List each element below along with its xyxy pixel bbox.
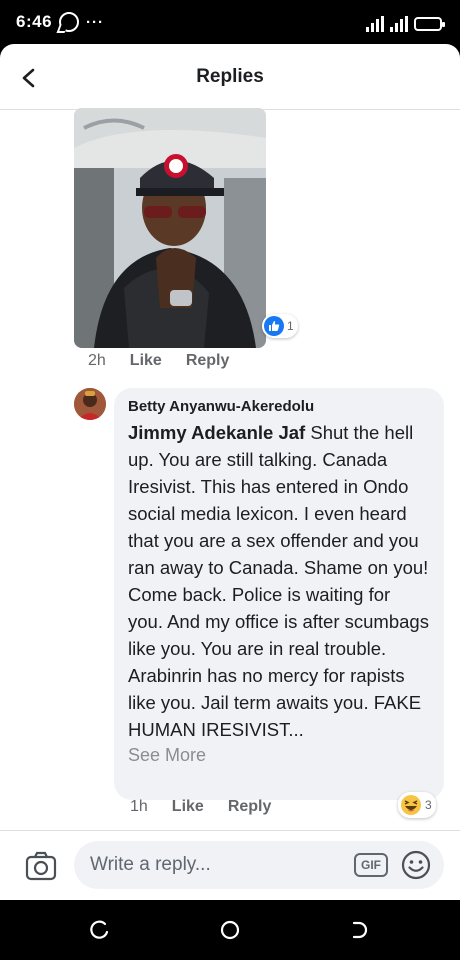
back-button[interactable] (14, 63, 44, 93)
signal-icon (366, 16, 384, 32)
reply-composer: GIF (0, 830, 460, 900)
whatsapp-icon (59, 12, 80, 32)
header: Replies (0, 44, 460, 110)
reply-button[interactable]: Reply (228, 798, 272, 816)
like-button[interactable]: Like (130, 352, 162, 370)
comment-body: Shut the hell up. You are still talking.… (128, 422, 429, 740)
comment-author[interactable]: Betty Anyanwu-Akeredolu (128, 398, 430, 415)
camera-icon[interactable] (24, 849, 58, 883)
reply-input[interactable] (74, 841, 444, 889)
back-nav-button[interactable] (348, 918, 372, 942)
like-icon (264, 316, 284, 336)
system-navigation-bar (0, 900, 460, 960)
photo-comment-actions: 2h Like Reply (88, 352, 253, 370)
reaction-badge[interactable]: 3 (398, 792, 436, 818)
avatar[interactable] (74, 388, 106, 420)
gif-button[interactable]: GIF (354, 853, 388, 877)
signal-icon (390, 16, 408, 32)
comment-time: 1h (130, 798, 148, 815)
see-more-link[interactable]: See More (128, 745, 430, 766)
man-in-car-photo (74, 108, 266, 348)
battery-icon (414, 17, 445, 31)
status-bar: 6:46 ··· (0, 0, 460, 44)
notification-dots: ··· (86, 13, 105, 31)
home-button[interactable] (218, 918, 242, 942)
comment-time: 2h (88, 352, 106, 369)
reply-button[interactable]: Reply (186, 352, 230, 370)
like-button[interactable]: Like (172, 798, 204, 816)
comment-text: Jimmy Adekanle Jaf Shut the hell up. You… (128, 419, 430, 743)
comment-actions: 1h Like Reply (130, 798, 295, 816)
replies-screen: Replies 1 2h Like Reply Betty Anyanwu-Ak… (0, 44, 460, 900)
reaction-count: 3 (425, 798, 432, 812)
mention-link[interactable]: Jimmy Adekanle Jaf (128, 422, 305, 443)
status-time: 6:46 (16, 12, 53, 31)
emoji-icon[interactable] (400, 849, 432, 881)
back-arrow-icon (22, 68, 35, 88)
haha-emoji-icon (401, 795, 421, 815)
reaction-count: 1 (287, 319, 294, 333)
comment-bubble: Betty Anyanwu-Akeredolu Jimmy Adekanle J… (114, 388, 444, 800)
reaction-badge[interactable]: 1 (262, 314, 298, 338)
page-title: Replies (196, 65, 264, 87)
status-indicators (366, 12, 445, 32)
comment-photo[interactable] (74, 108, 266, 348)
recents-button[interactable] (88, 918, 112, 942)
